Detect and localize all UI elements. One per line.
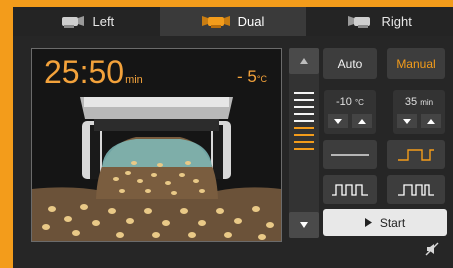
temp-setting-unit: °C: [354, 98, 364, 107]
time-setting-unit: min: [420, 98, 434, 107]
time-unit: min: [125, 74, 143, 86]
pulse-train-icon: [332, 183, 368, 196]
triangle-down-icon: [403, 118, 411, 124]
tab-bar: Left Dual Right: [13, 7, 453, 36]
level-bar: [294, 148, 314, 150]
burst-wave-icon: [398, 183, 434, 196]
time-decrease-button[interactable]: [397, 114, 417, 128]
triangle-down-icon: [300, 222, 308, 228]
tab-left[interactable]: Left: [13, 7, 160, 36]
level-bar: [294, 127, 314, 129]
device-frame: Left Dual Right 25:50min - 5°C Auto Manu…: [13, 7, 453, 268]
temp-setting-number: -10: [336, 96, 352, 108]
auto-mode-button[interactable]: Auto: [323, 48, 377, 79]
level-bar: [294, 120, 314, 122]
waveform-continuous-button[interactable]: [323, 140, 377, 169]
temp-increase-button[interactable]: [352, 114, 372, 128]
mute-button[interactable]: [425, 242, 439, 261]
tab-right[interactable]: Right: [306, 7, 453, 36]
waveform-pulse-button[interactable]: [323, 175, 377, 204]
triangle-up-icon: [427, 118, 435, 124]
time-increase-button[interactable]: [421, 114, 441, 128]
head-right-icon: [347, 14, 374, 30]
level-up-button[interactable]: [289, 48, 319, 74]
tab-dual[interactable]: Dual: [159, 7, 307, 36]
flat-line-icon: [331, 153, 369, 156]
level-bar: [294, 92, 314, 94]
temp-decrease-button[interactable]: [328, 114, 348, 128]
level-bar: [294, 134, 314, 136]
temperature-setting: -10 °C: [324, 90, 376, 134]
tab-left-label: Left: [92, 14, 115, 29]
level-down-button[interactable]: [289, 212, 319, 238]
level-bars: [294, 92, 314, 155]
start-label: Start: [379, 215, 406, 230]
time-value: 25:50: [44, 54, 125, 90]
temp-setting-value: -10 °C: [324, 96, 376, 108]
temp-value: - 5: [237, 67, 257, 86]
current-temperature: - 5°C: [237, 67, 267, 87]
speaker-muted-icon: [425, 242, 439, 256]
remaining-time: 25:50min: [44, 56, 143, 96]
level-bar: [294, 106, 314, 108]
tab-dual-label: Dual: [237, 14, 265, 29]
time-setting-number: 35: [404, 96, 418, 108]
triangle-down-icon: [334, 118, 342, 124]
head-left-icon: [58, 14, 85, 30]
temp-unit: °C: [256, 74, 267, 84]
square-wave-icon: [398, 148, 434, 161]
triangle-up-icon: [300, 58, 308, 64]
time-setting-value: 35 min: [393, 96, 445, 108]
level-bar: [294, 141, 314, 143]
treatment-viewer: 25:50min - 5°C: [31, 48, 282, 242]
level-bar: [294, 113, 314, 115]
intensity-slider[interactable]: [289, 48, 319, 238]
start-button[interactable]: Start: [323, 209, 447, 236]
triangle-up-icon: [358, 118, 366, 124]
time-setting: 35 min: [393, 90, 445, 134]
head-dual-icon: [201, 14, 230, 30]
waveform-square-button[interactable]: [387, 140, 445, 169]
play-icon: [364, 218, 372, 227]
tab-right-label: Right: [381, 14, 412, 29]
level-bar: [294, 99, 314, 101]
manual-mode-button[interactable]: Manual: [387, 48, 445, 79]
waveform-burst-button[interactable]: [387, 175, 445, 204]
